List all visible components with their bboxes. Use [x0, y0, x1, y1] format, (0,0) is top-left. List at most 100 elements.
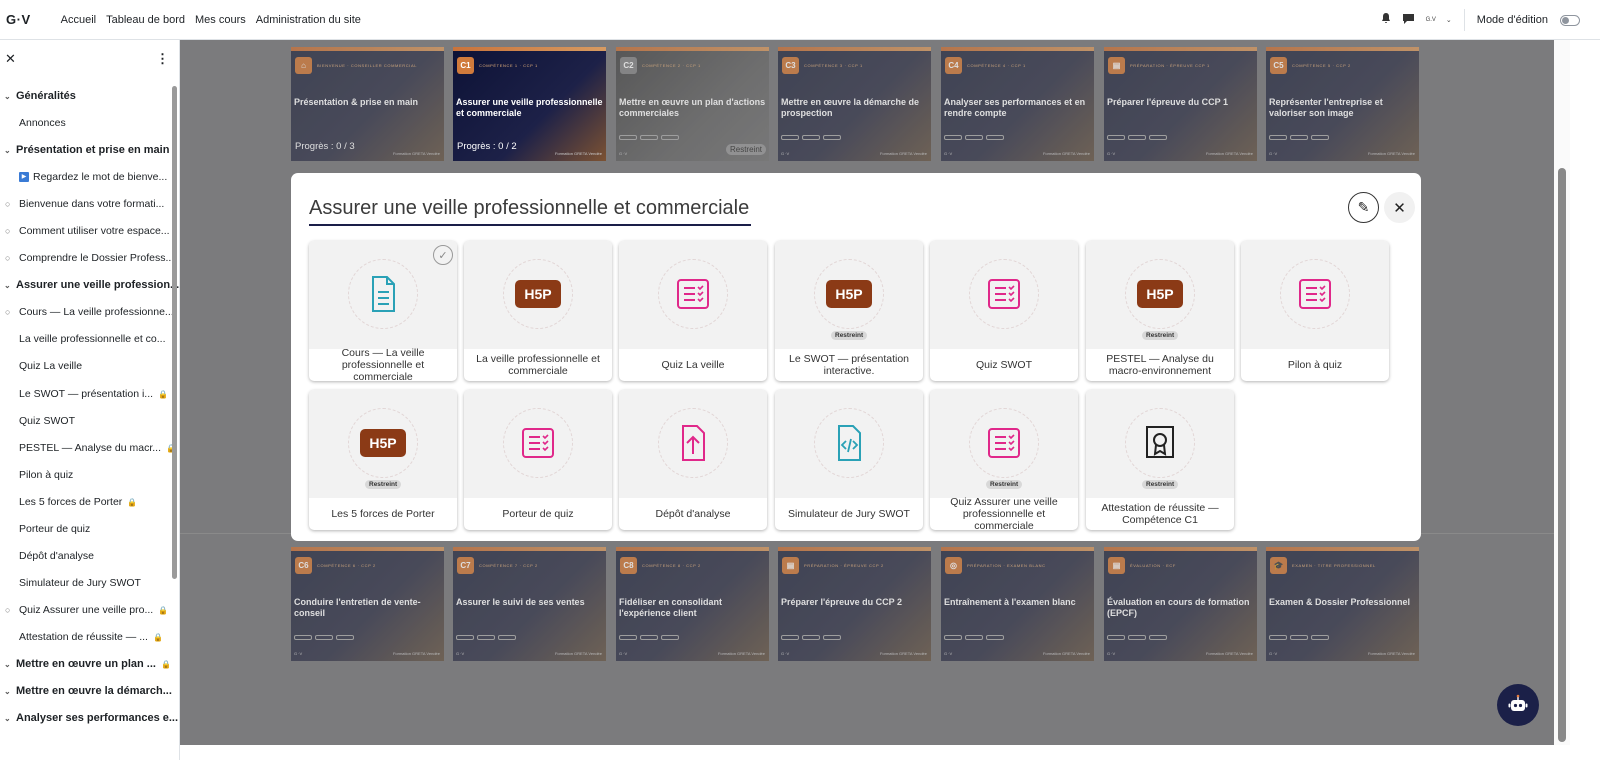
sidebar-item[interactable]: ▶ Regardez le mot de bienve...	[19, 171, 167, 183]
tile-title: Examen & Dossier Professionnel	[1269, 597, 1411, 607]
activity-card[interactable]: Restreint Attestation de réussite — Compé…	[1086, 390, 1234, 530]
sidebar-section-1[interactable]: ⌄ Présentation et prise en main	[4, 144, 169, 156]
tag-chip	[619, 635, 637, 640]
chevron-down-icon[interactable]: ⌄	[4, 281, 16, 290]
drawer-scrollbar[interactable]	[172, 86, 177, 579]
activity-card[interactable]: Simulateur de Jury SWOT	[775, 390, 923, 530]
section-tile[interactable]: C2 COMPÉTENCE 2 · CCP 1 Mettre en œuvre un…	[616, 47, 769, 161]
tile-footer-logo: G·V	[781, 151, 790, 156]
sidebar-item[interactable]: Le SWOT — présentation i... 🔒	[19, 388, 168, 400]
sidebar-item[interactable]: Annonces	[19, 117, 66, 129]
chevron-down-icon[interactable]: ⌄	[4, 660, 16, 669]
tile-progress: Progrès : 0 / 2	[457, 141, 517, 152]
section-tile[interactable]: ⌂ BIENVENUE · CONSEILLER COMMERCIAL Présen…	[291, 47, 444, 161]
section-tile[interactable]: C5 COMPÉTENCE 5 · CCP 2 Représenter l'entr…	[1266, 47, 1419, 161]
icon-circle	[658, 408, 728, 478]
tag-chip	[965, 635, 983, 640]
site-logo[interactable]: G·V	[6, 12, 31, 27]
sidebar-item[interactable]: PESTEL — Analyse du macr... 🔒	[19, 442, 176, 454]
activity-card[interactable]: Dépôt d'analyse	[619, 390, 767, 530]
chevron-down-icon[interactable]: ⌄	[4, 146, 16, 155]
sidebar-section-3[interactable]: ⌄ Mettre en œuvre un plan ... 🔒	[4, 658, 171, 670]
sidebar-item[interactable]: La veille professionnelle et co...	[19, 333, 166, 345]
sidebar-item-label: Comment utiliser votre espace...	[19, 225, 170, 237]
nav-site-admin[interactable]: Administration du site	[256, 14, 361, 26]
sidebar-item[interactable]: ○ Bienvenue dans votre formati...	[5, 198, 164, 210]
sidebar-item[interactable]: Les 5 forces de Porter 🔒	[19, 496, 137, 508]
activity-card[interactable]: Quiz La veille	[619, 241, 767, 381]
section-badge: ⌂	[295, 57, 312, 74]
chevron-down-icon[interactable]: ⌄	[4, 92, 16, 101]
drawer-options-icon[interactable]: ⋮	[156, 51, 169, 67]
section-badge: ◎	[945, 557, 962, 574]
activity-card[interactable]: Cours — La veille professionnelle et com…	[309, 241, 457, 381]
activity-label: Quiz Assurer une veille professionnelle …	[950, 496, 1058, 530]
section-tile[interactable]: ▤ PRÉPARATION · ÉPREUVE CCP 2 Préparer l'é…	[778, 547, 931, 661]
tile-footer-text: Formation GRETA Vendée	[1205, 151, 1253, 156]
page-scrollbar[interactable]	[1554, 40, 1570, 745]
edit-mode-toggle[interactable]	[1560, 14, 1580, 26]
section-tile[interactable]: ▤ PRÉPARATION · ÉPREUVE CCP 1 Préparer l'é…	[1104, 47, 1257, 161]
sidebar-section-2[interactable]: ⌄ Assurer une veille profession...	[4, 279, 179, 291]
sidebar-item[interactable]: Quiz SWOT	[19, 415, 75, 427]
chevron-down-icon[interactable]: ⌄	[4, 687, 16, 696]
card-preview	[464, 390, 612, 498]
tag-chip	[1311, 135, 1329, 140]
tile-tags	[944, 135, 1004, 140]
section-tile[interactable]: C7 COMPÉTENCE 7 · CCP 2 Assurer le suivi d…	[453, 547, 606, 661]
activity-card[interactable]: Pilon à quiz	[1241, 241, 1389, 381]
section-tile[interactable]: ◎ PRÉPARATION · EXAMEN BLANC Entraînement …	[941, 547, 1094, 661]
section-tile[interactable]: C4 COMPÉTENCE 4 · CCP 1 Analyser ses perfo…	[941, 47, 1094, 161]
sidebar-section-0[interactable]: ⌄ Généralités	[4, 90, 76, 102]
section-tile[interactable]: 🎓 EXAMEN · TITRE PROFESSIONNEL Examen & Do…	[1266, 547, 1419, 661]
assistant-bot-button[interactable]	[1497, 684, 1539, 726]
sidebar-item[interactable]: Porteur de quiz	[19, 523, 90, 535]
activity-card[interactable]: H5P La veille professionnelle et commerci…	[464, 241, 612, 381]
nav-my-courses[interactable]: Mes cours	[195, 14, 246, 26]
section-tile[interactable]: C3 COMPÉTENCE 3 · CCP 1 Mettre en œuvre la…	[778, 47, 931, 161]
activity-card[interactable]: H5P Restreint Le SWOT — présentation inter…	[775, 241, 923, 381]
tile-tags	[1269, 635, 1329, 640]
chevron-down-icon[interactable]: ⌄	[4, 714, 16, 723]
icon-circle: H5P	[1125, 259, 1195, 329]
sidebar-item[interactable]: ○ Comprendre le Dossier Profess...	[5, 252, 174, 264]
close-drawer-button[interactable]: ✕	[5, 51, 16, 67]
scrollbar-thumb[interactable]	[1558, 168, 1566, 742]
section-tile[interactable]: C8 COMPÉTENCE 8 · CCP 2 Fidéliser en conso…	[616, 547, 769, 661]
incomplete-circle-icon: ○	[5, 605, 11, 615]
sidebar-item[interactable]: Pilon à quiz	[19, 469, 73, 481]
activity-card[interactable]: H5P Restreint PESTEL — Analyse du macro-en…	[1086, 241, 1234, 381]
section-tile[interactable]: ▤ ÉVALUATION · ECF Évaluation en cours de …	[1104, 547, 1257, 661]
user-menu[interactable]: G.V ⌄	[1426, 16, 1452, 24]
edit-button[interactable]: ✎	[1348, 192, 1379, 223]
robot-icon	[1508, 694, 1528, 711]
message-icon[interactable]	[1402, 13, 1414, 27]
tile-footer-logo: G·V	[944, 151, 953, 156]
activity-card[interactable]: Restreint Quiz Assurer une veille profess…	[930, 390, 1078, 530]
tag-chip	[619, 135, 637, 140]
sidebar-item[interactable]: Attestation de réussite — ... 🔒	[19, 631, 163, 643]
activity-card[interactable]: Porteur de quiz	[464, 390, 612, 530]
bell-icon[interactable]	[1381, 13, 1391, 27]
nav-home[interactable]: Accueil	[61, 14, 96, 26]
activity-card[interactable]: H5P Restreint Les 5 forces de Porter	[309, 390, 457, 530]
sidebar-section-4[interactable]: ⌄ Mettre en œuvre la démarch...	[4, 685, 172, 697]
sidebar-item[interactable]: Quiz La veille	[19, 360, 82, 372]
completion-check-icon[interactable]: ✓	[433, 245, 453, 265]
sidebar-item[interactable]: Dépôt d'analyse	[19, 550, 94, 562]
activity-card[interactable]: Quiz SWOT	[930, 241, 1078, 381]
tile-footer-text: Formation GRETA Vendée	[1367, 151, 1415, 156]
close-modal-button[interactable]: ✕	[1384, 192, 1415, 223]
nav-dashboard[interactable]: Tableau de bord	[106, 14, 185, 26]
sidebar-item[interactable]: ○ Quiz Assurer une veille pro... 🔒	[5, 604, 168, 616]
section-tile[interactable]: C1 COMPÉTENCE 1 · CCP 1 Assurer une veille…	[453, 47, 606, 161]
sidebar-item[interactable]: ○ Comment utiliser votre espace...	[5, 225, 170, 237]
card-preview: Restreint	[1086, 390, 1234, 498]
sidebar-section-5[interactable]: ⌄ Analyser ses performances e...	[4, 712, 178, 724]
tag-chip	[781, 135, 799, 140]
sidebar-item[interactable]: Simulateur de Jury SWOT	[19, 577, 141, 589]
section-tile[interactable]: C6 COMPÉTENCE 6 · CCP 2 Conduire l'entreti…	[291, 547, 444, 661]
sidebar-item[interactable]: ○ Cours — La veille professionne...	[5, 306, 174, 318]
tile-kicker: ÉVALUATION · ECF	[1130, 563, 1176, 568]
tile-footer-logo: G·V	[1107, 151, 1116, 156]
